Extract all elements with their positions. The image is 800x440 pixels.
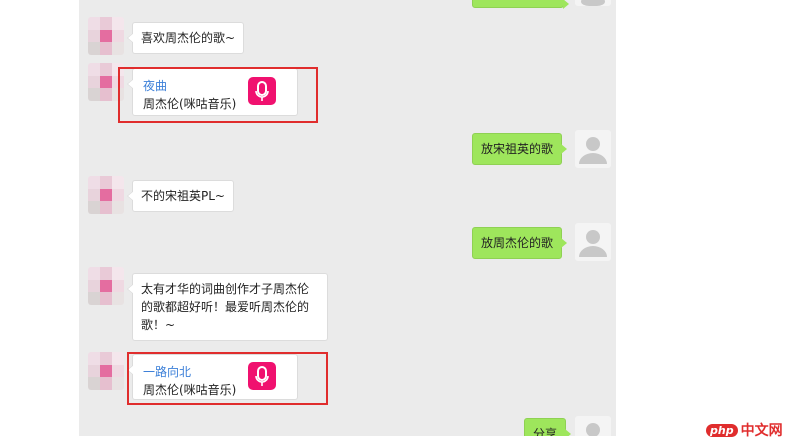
user-avatar bbox=[575, 0, 611, 6]
bot-message-bubble: 喜欢周杰伦的歌~ bbox=[126, 22, 245, 54]
user-avatar bbox=[575, 130, 611, 168]
highlight-box bbox=[127, 352, 328, 405]
user-message-bubble-partial bbox=[472, 0, 569, 9]
bot-avatar bbox=[88, 176, 124, 214]
site-watermark: php 中文网 bbox=[706, 420, 783, 440]
bot-message-bubble: 不的宋祖英PL~ bbox=[127, 180, 234, 212]
bot-avatar bbox=[88, 267, 124, 305]
bot-message-bubble: 太有才华的词曲创作才子周杰伦的歌都超好听！最爱听周杰伦的歌！~ bbox=[127, 273, 328, 341]
bot-avatar bbox=[88, 17, 124, 55]
user-message-bubble: 放宋祖英的歌 bbox=[472, 133, 568, 165]
watermark-text: 中文网 bbox=[740, 423, 783, 439]
bot-avatar bbox=[88, 352, 124, 390]
watermark-badge: php bbox=[706, 423, 738, 437]
user-avatar bbox=[575, 223, 611, 261]
user-avatar bbox=[575, 416, 611, 436]
highlight-box bbox=[118, 67, 318, 123]
user-message-bubble: 放周杰伦的歌 bbox=[472, 227, 568, 259]
user-message-bubble: 分享 bbox=[524, 418, 572, 436]
